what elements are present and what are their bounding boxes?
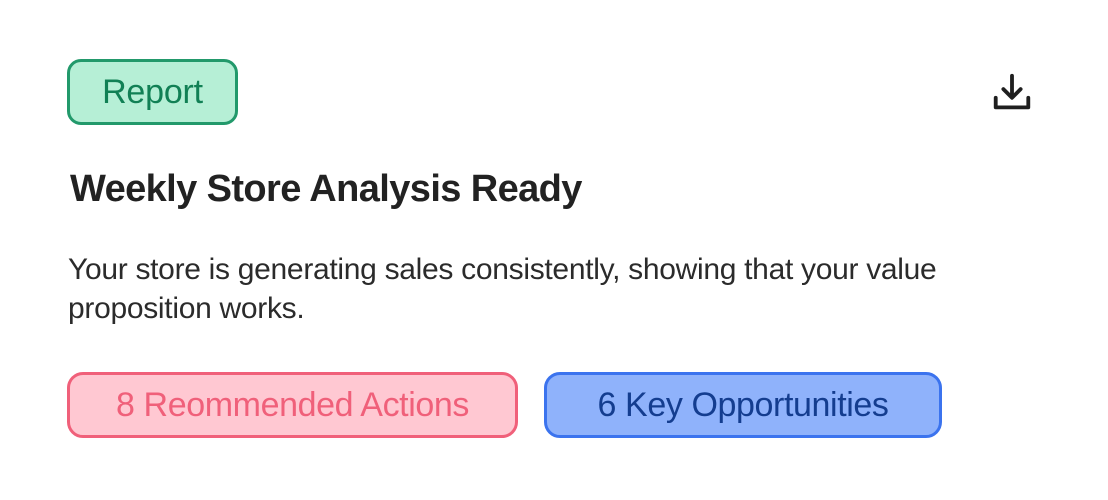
download-button[interactable]	[985, 66, 1039, 120]
card-description: Your store is generating sales consisten…	[68, 253, 937, 325]
download-icon	[993, 73, 1031, 110]
report-badge: Report	[67, 59, 238, 125]
recommended-actions-badge[interactable]: 8 Reommended Actions	[67, 372, 518, 438]
card-title: Weekly Store Analysis Ready	[70, 168, 582, 210]
key-opportunities-badge[interactable]: 6 Key Opportunities	[544, 372, 942, 438]
report-card: Report Weekly Store Analysis Ready Your …	[0, 0, 1108, 500]
